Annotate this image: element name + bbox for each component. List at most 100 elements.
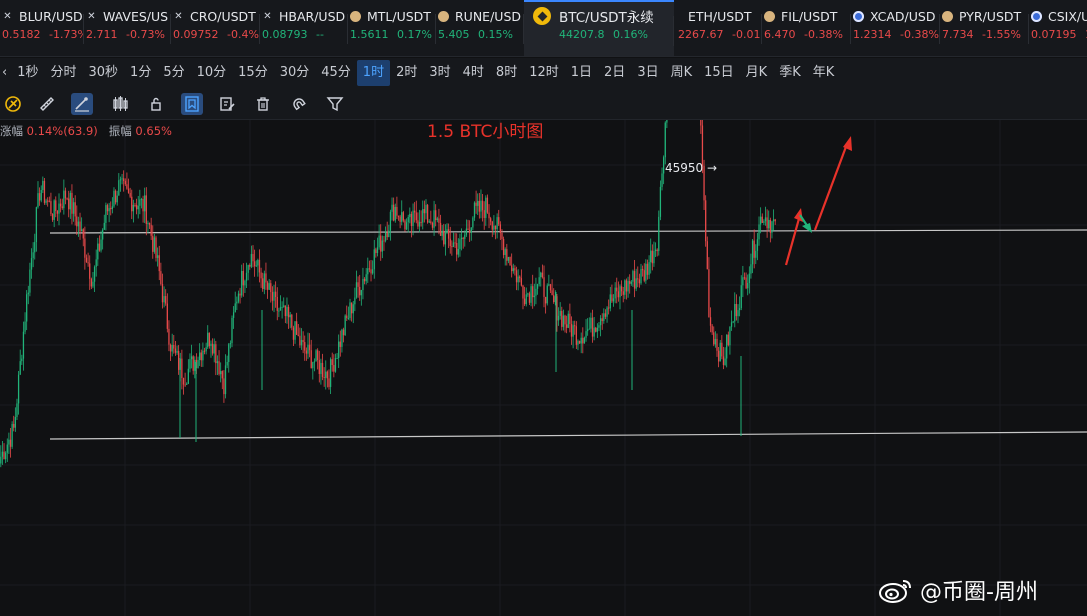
ticker-price: 0.08793 bbox=[262, 28, 308, 41]
ticker-6[interactable]: BTC/USDT永续 44207.8 0.16% bbox=[524, 0, 674, 56]
timeframe-19[interactable]: 15日 bbox=[698, 60, 740, 86]
ticker-4[interactable]: MTL/USDT 1.5611 0.17% bbox=[348, 0, 436, 56]
candle-body bbox=[640, 268, 642, 284]
change-value: 0.14%(63.9) bbox=[26, 124, 98, 138]
candle-body bbox=[468, 229, 471, 233]
timeframe-7[interactable]: 30分 bbox=[274, 60, 316, 86]
brush-tool-button[interactable] bbox=[71, 93, 93, 115]
magnet-tool-button[interactable] bbox=[288, 93, 310, 115]
ticker-symbol: MTL/USDT bbox=[367, 8, 431, 24]
candles-tool-button[interactable] bbox=[109, 93, 131, 115]
candle-body bbox=[384, 232, 387, 241]
candle-body bbox=[651, 250, 653, 264]
ticker-2[interactable]: ✕ CRO/USDT 0.09752 -0.4% bbox=[171, 0, 260, 56]
ticker-0[interactable]: ✕ BLUR/USD 0.5182 -1.73% bbox=[0, 0, 84, 56]
candle-body bbox=[24, 321, 26, 332]
candle-body bbox=[155, 237, 157, 258]
candle-body bbox=[522, 285, 524, 299]
ticker-9[interactable]: XCAD/USD 1.2314 -0.38% bbox=[851, 0, 940, 56]
candle-body bbox=[132, 204, 135, 212]
candle-body bbox=[64, 190, 67, 199]
trash-tool-button[interactable] bbox=[252, 93, 274, 115]
candlestick-plot[interactable] bbox=[0, 120, 1087, 616]
timeframe-12[interactable]: 4时 bbox=[457, 60, 490, 86]
candle-body bbox=[381, 240, 383, 252]
draw-cancel-tool-button[interactable] bbox=[2, 93, 24, 115]
candle-body bbox=[331, 359, 333, 366]
candle-body bbox=[737, 310, 739, 317]
timeframe-13[interactable]: 8时 bbox=[490, 60, 523, 86]
timeframe-21[interactable]: 季K bbox=[773, 60, 807, 86]
timeframe-1[interactable]: 分时 bbox=[44, 60, 82, 86]
candle-body bbox=[85, 257, 88, 263]
candle-body bbox=[13, 424, 15, 428]
candle-body bbox=[711, 325, 713, 333]
candle-body bbox=[433, 210, 435, 228]
candle-body bbox=[451, 246, 453, 248]
candle-body bbox=[255, 265, 257, 267]
x-icon: ✕ bbox=[263, 10, 272, 22]
ruler-tool-button[interactable] bbox=[36, 93, 58, 115]
timeframe-2[interactable]: 30秒 bbox=[83, 60, 125, 86]
timeframe-20[interactable]: 月K bbox=[740, 60, 774, 86]
timeframe-16[interactable]: 2日 bbox=[598, 60, 631, 86]
candle-body bbox=[318, 360, 320, 374]
candle-body bbox=[447, 229, 450, 239]
timeframe-22[interactable]: 年K bbox=[807, 60, 841, 86]
timeframe-4[interactable]: 5分 bbox=[157, 60, 190, 86]
candle-body bbox=[58, 203, 60, 214]
candle-body bbox=[727, 334, 729, 346]
candle-body bbox=[207, 332, 209, 348]
edit-tool-button[interactable] bbox=[216, 93, 238, 115]
price-chart[interactable]: 涨幅 0.14%(63.9) 振幅 0.65% 1.5 BTC小时图 45950… bbox=[0, 120, 1087, 616]
candle-body bbox=[774, 219, 776, 222]
coin-icon bbox=[764, 10, 775, 22]
candle-body bbox=[763, 221, 765, 223]
ticker-1[interactable]: ✕ WAVES/US 2.711 -0.73% bbox=[84, 0, 171, 56]
timeframe-15[interactable]: 1日 bbox=[565, 60, 598, 86]
candle-body bbox=[221, 371, 223, 379]
timeframe-17[interactable]: 3日 bbox=[631, 60, 664, 86]
candle-body bbox=[273, 291, 275, 301]
candle-body bbox=[271, 292, 274, 301]
candle-body bbox=[415, 212, 417, 221]
candle-body bbox=[538, 277, 540, 285]
candle-body bbox=[321, 362, 324, 377]
ticker-10[interactable]: PYR/USDT 7.734 -1.55% bbox=[940, 0, 1029, 56]
ticker-price: 1.2314 bbox=[853, 28, 892, 41]
filter-tool-button[interactable] bbox=[324, 93, 346, 115]
candle-body bbox=[116, 195, 118, 203]
candle-body bbox=[263, 273, 265, 289]
candle-body bbox=[464, 234, 466, 239]
timeframe-5[interactable]: 10分 bbox=[191, 60, 233, 86]
ticker-8[interactable]: FIL/USDT 6.470 -0.38% bbox=[762, 0, 851, 56]
candle-body bbox=[630, 281, 632, 284]
candle-body bbox=[635, 278, 637, 289]
bookmark-tool-button[interactable] bbox=[181, 93, 203, 115]
timeframe-10[interactable]: 2时 bbox=[390, 60, 423, 86]
candle-body bbox=[181, 358, 183, 379]
candle-body bbox=[441, 230, 443, 236]
timeframe-8[interactable]: 45分 bbox=[315, 60, 357, 86]
ticker-5[interactable]: RUNE/USD 5.405 0.15% bbox=[436, 0, 524, 56]
candles-icon bbox=[113, 96, 128, 111]
ticker-11[interactable]: CSIX/USD 0.07195 1 bbox=[1029, 0, 1087, 56]
timeframe-14[interactable]: 12时 bbox=[523, 60, 565, 86]
ticker-symbol: ETH/USDT bbox=[688, 8, 752, 24]
timeframe-0[interactable]: 1秒 bbox=[11, 60, 44, 86]
candle-body bbox=[218, 361, 220, 375]
candle-body bbox=[50, 201, 52, 214]
timeframe-3[interactable]: 1分 bbox=[124, 60, 157, 86]
timeframe-6[interactable]: 15分 bbox=[232, 60, 274, 86]
candle-body bbox=[472, 217, 474, 228]
timeframe-11[interactable]: 3时 bbox=[423, 60, 456, 86]
candle-body bbox=[595, 327, 597, 332]
candle-body bbox=[312, 362, 314, 369]
ticker-7[interactable]: ETH/USDT 2267.67 -0.01% bbox=[674, 0, 762, 56]
lock-tool-button[interactable] bbox=[145, 93, 167, 115]
timeframe-9[interactable]: 1时 bbox=[356, 60, 391, 86]
candle-body bbox=[735, 303, 738, 317]
timeframe-18[interactable]: 周K bbox=[665, 60, 699, 86]
ticker-3[interactable]: ✕ HBAR/USD 0.08793 -- bbox=[260, 0, 348, 56]
timeframe-scroll-left[interactable]: ‹ bbox=[0, 60, 11, 86]
